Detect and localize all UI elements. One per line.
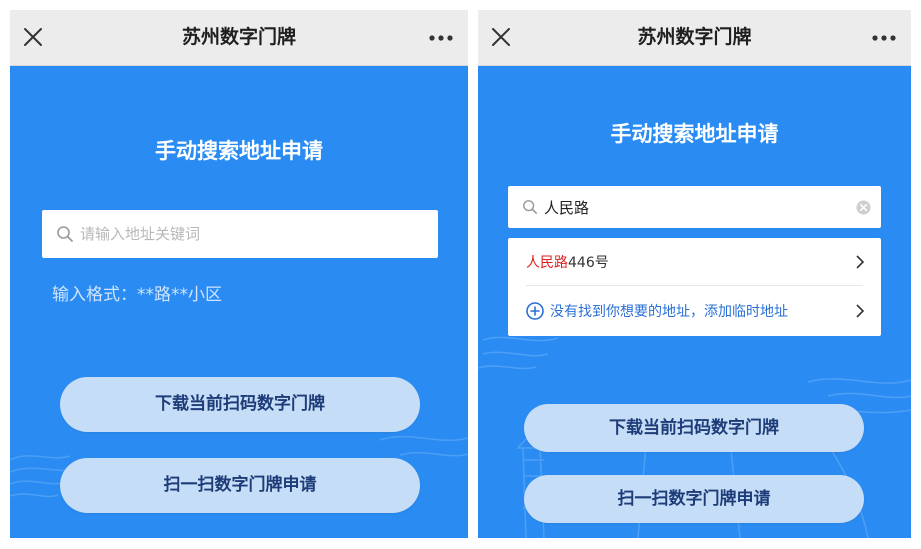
add-temp-label: 没有找到你想要的地址，添加临时地址	[550, 304, 788, 320]
scan-button[interactable]: 扫一扫数字门牌申请	[60, 458, 420, 513]
plus-circle-icon	[526, 302, 544, 320]
add-temp-address[interactable]: 没有找到你想要的地址，添加临时地址	[508, 286, 881, 336]
page-title: 苏州数字门牌	[181, 26, 296, 48]
result-highlight: 人民路	[526, 254, 568, 271]
page-heading: 手动搜索地址申请	[155, 139, 323, 163]
format-hint: 输入格式：**路**小区	[52, 285, 222, 305]
search-bar[interactable]	[42, 210, 438, 258]
search-input[interactable]	[80, 225, 438, 243]
page-title: 苏州数字门牌	[637, 26, 752, 48]
close-icon[interactable]	[22, 26, 44, 48]
top-bar: 苏州数字门牌	[10, 10, 468, 66]
page-heading: 手动搜索地址申请	[610, 122, 779, 146]
more-icon[interactable]	[871, 34, 897, 42]
result-item[interactable]: 人民路446号	[508, 238, 881, 285]
search-icon	[523, 200, 538, 215]
clear-icon[interactable]	[856, 199, 871, 215]
top-bar: 苏州数字门牌	[478, 10, 911, 66]
right-screen: 苏州数字门牌 手动搜索地址申请 人民路446号	[478, 10, 911, 538]
search-icon	[57, 226, 73, 242]
search-results: 人民路446号 没有找到你想要的地址，添加临时地址	[508, 238, 881, 336]
download-button[interactable]: 下载当前扫码数字门牌	[524, 404, 864, 452]
more-icon[interactable]	[428, 34, 454, 42]
left-screen: 苏州数字门牌 手动搜索地址申请 输入格式：**路**小区 下载当前扫码数字门牌 …	[10, 10, 468, 538]
download-button[interactable]: 下载当前扫码数字门牌	[60, 377, 420, 432]
search-bar[interactable]	[508, 186, 881, 228]
result-text: 人民路446号	[526, 252, 855, 272]
chevron-right-icon	[856, 254, 865, 269]
chevron-right-icon	[856, 304, 865, 318]
result-rest: 446号	[568, 254, 609, 271]
close-icon[interactable]	[490, 26, 512, 48]
scan-button[interactable]: 扫一扫数字门牌申请	[524, 475, 864, 523]
search-input[interactable]	[544, 198, 856, 216]
